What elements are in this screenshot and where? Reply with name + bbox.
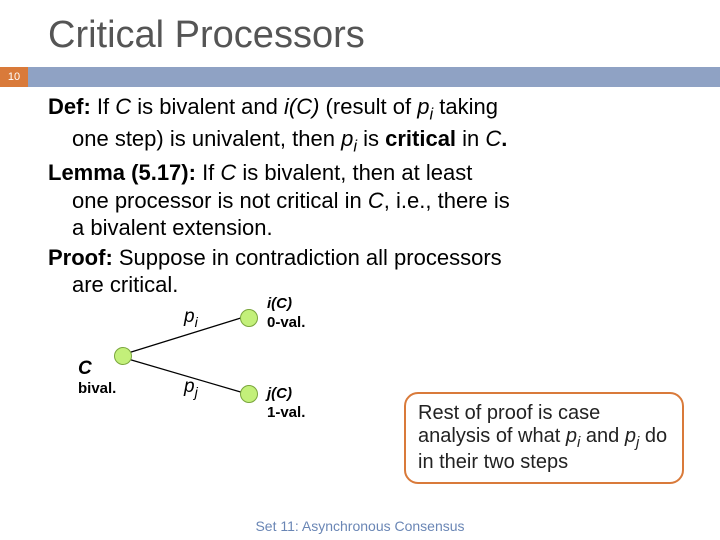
slide-number: 10 [0, 67, 28, 87]
node-c [114, 347, 132, 365]
lemma-label: Lemma (5.17): [48, 160, 196, 185]
accent-bar: 10 [0, 67, 720, 87]
label-pj: pj [184, 377, 198, 401]
def-label: Def: [48, 94, 91, 119]
node-jc [240, 385, 258, 403]
node-ic [240, 309, 258, 327]
lemma-line3: a bivalent extension. [48, 214, 684, 242]
definition-block: Def: If C is bivalent and i(C) (result o… [48, 93, 684, 157]
diagram: pi pj C bival. i(C) 0-val. j(C) 1-val. [72, 305, 352, 455]
accent-bar-fill [28, 67, 720, 87]
slide-title: Critical Processors [0, 0, 720, 67]
note-box: Rest of proof is case analysis of what p… [404, 392, 684, 484]
lemma-block: Lemma (5.17): If C is bivalent, then at … [48, 159, 684, 242]
lemma-line2: one processor is not critical in C, i.e.… [48, 187, 684, 215]
label-c: C bival. [78, 359, 116, 399]
label-jc: j(C) 1-val. [267, 383, 305, 423]
proof-block: Proof: Suppose in contradiction all proc… [48, 244, 684, 299]
proof-label: Proof: [48, 245, 113, 270]
footer-text: Set 11: Asynchronous Consensus [0, 518, 720, 534]
def-line2: one step) is univalent, then pi is criti… [48, 125, 684, 157]
label-ic: i(C) 0-val. [267, 293, 305, 333]
proof-line2: are critical. [48, 271, 684, 299]
label-pi: pi [184, 307, 198, 331]
